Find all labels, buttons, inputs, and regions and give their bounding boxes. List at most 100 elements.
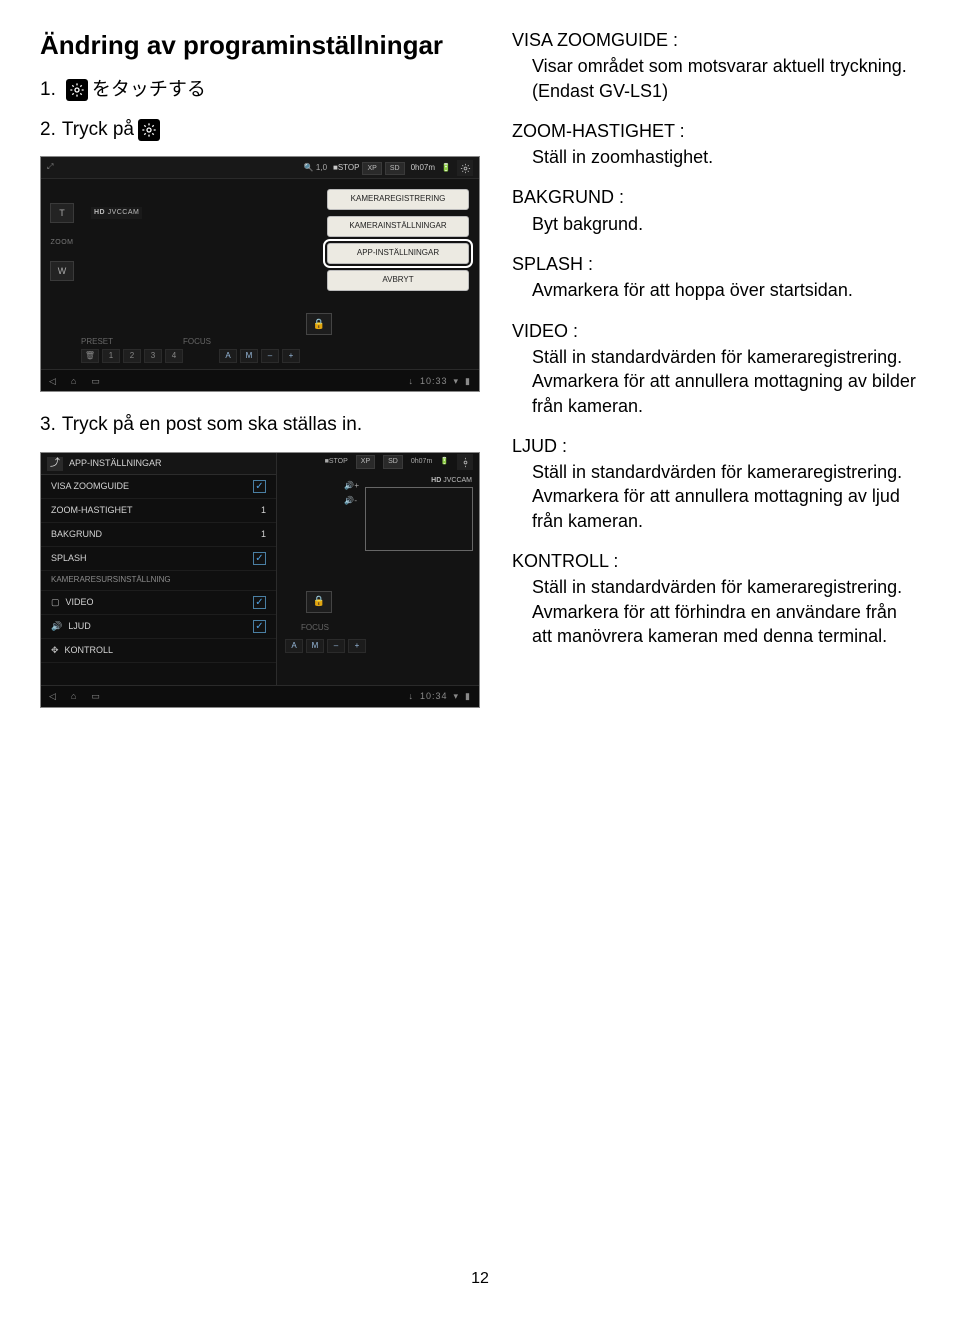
- preset-2[interactable]: 2: [123, 349, 141, 363]
- def-desc: Avmarkera för att förhindra en användare…: [512, 600, 920, 649]
- focus-auto[interactable]: A: [219, 349, 237, 363]
- gear-button[interactable]: [457, 160, 473, 176]
- checkbox-checked-icon[interactable]: ✓: [253, 596, 266, 609]
- battery-icon: ▮: [465, 690, 471, 702]
- clock: 10:33: [420, 375, 448, 387]
- sd-chip: SD: [385, 162, 405, 175]
- zoom-wide-button[interactable]: W: [50, 261, 74, 281]
- row-visa-zoomguide[interactable]: VISA ZOOMGUIDE ✓: [41, 475, 276, 499]
- zoom-value: 1,0: [316, 163, 327, 172]
- xp-chip: XP: [362, 162, 381, 175]
- menu-camera-registration[interactable]: KAMERAREGISTRERING: [327, 189, 469, 210]
- settings-menu: KAMERAREGISTRERING KAMERAINSTÄLLNINGAR A…: [327, 189, 469, 290]
- recents-icon[interactable]: ▭: [91, 375, 101, 387]
- focus-manual[interactable]: M: [306, 639, 324, 653]
- battery-icon: ▮: [465, 375, 471, 387]
- row-splash[interactable]: SPLASH ✓: [41, 547, 276, 571]
- jvccam-chip: JVCCAM: [108, 209, 140, 216]
- android-nav: ◁ ⌂ ▭: [49, 690, 101, 702]
- vol-up-icon[interactable]: 🔊+: [344, 481, 359, 492]
- row-value: 1: [261, 528, 266, 540]
- row-zoom-hastighet[interactable]: ZOOM-HASTIGHET 1: [41, 499, 276, 523]
- focus-label: FOCUS: [301, 623, 329, 634]
- zoom-tele-button[interactable]: T: [50, 203, 74, 223]
- menu-camera-settings[interactable]: KAMERAINSTÄLLNINGAR: [327, 216, 469, 237]
- back-button[interactable]: ⤴: [47, 457, 63, 471]
- preset-1[interactable]: 1: [102, 349, 120, 363]
- checkbox-checked-icon[interactable]: ✓: [253, 552, 266, 565]
- checkbox-checked-icon[interactable]: ✓: [253, 620, 266, 633]
- home-icon[interactable]: ⌂: [71, 690, 77, 702]
- focus-buttons: A M – +: [285, 639, 366, 653]
- row-ljud[interactable]: 🔊LJUD ✓: [41, 615, 276, 639]
- focus-plus[interactable]: +: [348, 639, 366, 653]
- android-nav: ◁ ⌂ ▭: [49, 375, 101, 387]
- def-desc: Avmarkera för att hoppa över startsidan.: [512, 278, 920, 302]
- hd-chip: HD: [94, 209, 105, 216]
- focus-plus[interactable]: +: [282, 349, 300, 363]
- row-bakgrund[interactable]: BAKGRUND 1: [41, 523, 276, 547]
- focus-minus[interactable]: –: [327, 639, 345, 653]
- back-icon[interactable]: ◁: [49, 375, 57, 387]
- row-label: BAKGRUND: [51, 528, 102, 540]
- stop-indicator: ■STOP: [333, 163, 359, 174]
- step-2: 2. Tryck på: [40, 117, 480, 143]
- row-video[interactable]: ▢ VIDEO ✓: [41, 591, 276, 615]
- control-icon: ✥: [51, 645, 59, 655]
- preset-4[interactable]: 4: [165, 349, 183, 363]
- def-term: SPLASH :: [512, 252, 920, 276]
- home-icon[interactable]: ⌂: [71, 375, 77, 387]
- gear-button[interactable]: [457, 454, 473, 470]
- vol-down-icon[interactable]: 🔊-: [344, 496, 359, 507]
- rec-time: 0h07m: [411, 457, 432, 466]
- checkbox-checked-icon[interactable]: ✓: [253, 480, 266, 493]
- row-label: VIDEO: [66, 597, 94, 607]
- def-term: VISA ZOOMGUIDE :: [512, 28, 920, 52]
- lock-button[interactable]: 🔒: [306, 591, 332, 613]
- camera-frame: [365, 487, 473, 551]
- gear-icon: [66, 79, 88, 101]
- back-icon[interactable]: ◁: [49, 690, 57, 702]
- row-kontroll[interactable]: ✥ KONTROLL: [41, 639, 276, 663]
- preset-del[interactable]: 🗑: [81, 349, 99, 363]
- notif-icon: ↓: [408, 375, 414, 387]
- step-1: 1. をタッチする: [40, 77, 480, 103]
- focus-label: FOCUS: [183, 337, 211, 348]
- notif-icon: ↓: [408, 690, 414, 702]
- def-zoom-hastighet: ZOOM-HASTIGHET : Ställ in zoomhastighet.: [512, 119, 920, 170]
- menu-app-settings[interactable]: APP-INSTÄLLNINGAR: [327, 243, 469, 264]
- def-desc: Avmarkera för att annullera mottagning a…: [512, 369, 920, 418]
- def-term: KONTROLL :: [512, 549, 920, 573]
- row-label: KONTROLL: [65, 645, 114, 655]
- row-label: KAMERARESURSINSTÄLLNING: [51, 575, 171, 586]
- focus-manual[interactable]: M: [240, 349, 258, 363]
- wifi-icon: ▾: [454, 375, 460, 387]
- def-term: BAKGRUND :: [512, 185, 920, 209]
- recents-icon[interactable]: ▭: [91, 690, 101, 702]
- focus-minus[interactable]: –: [261, 349, 279, 363]
- def-desc: Ställ in standardvärden för kameraregist…: [512, 460, 920, 484]
- stop-indicator: ■STOP: [325, 457, 348, 466]
- audio-icon: 🔊: [51, 621, 62, 631]
- page-number: 12: [40, 1268, 920, 1290]
- row-label: ZOOM-HASTIGHET: [51, 504, 133, 516]
- video-icon: ▢: [51, 597, 60, 607]
- row-kamerarespurs: KAMERARESURSINSTÄLLNING: [41, 571, 276, 591]
- row-value: 1: [261, 504, 266, 516]
- lock-button[interactable]: 🔒: [306, 313, 332, 335]
- gear-icon: [138, 119, 160, 141]
- zoom-label: ZOOM: [51, 238, 74, 247]
- row-label: VISA ZOOMGUIDE: [51, 480, 129, 492]
- xp-chip: XP: [356, 455, 375, 468]
- def-video: VIDEO : Ställ in standardvärden för kame…: [512, 319, 920, 418]
- menu-cancel[interactable]: AVBRYT: [327, 270, 469, 291]
- step-1-text: をタッチする: [92, 77, 206, 103]
- step-2-num: 2.: [40, 117, 56, 143]
- def-term: ZOOM-HASTIGHET :: [512, 119, 920, 143]
- preset-buttons: 🗑 1 2 3 4: [81, 349, 183, 363]
- step-3-num: 3.: [40, 412, 56, 438]
- focus-auto[interactable]: A: [285, 639, 303, 653]
- jvccam-chip: JVCCAM: [443, 477, 472, 484]
- preset-3[interactable]: 3: [144, 349, 162, 363]
- page-title: Ändring av programinställningar: [40, 28, 480, 63]
